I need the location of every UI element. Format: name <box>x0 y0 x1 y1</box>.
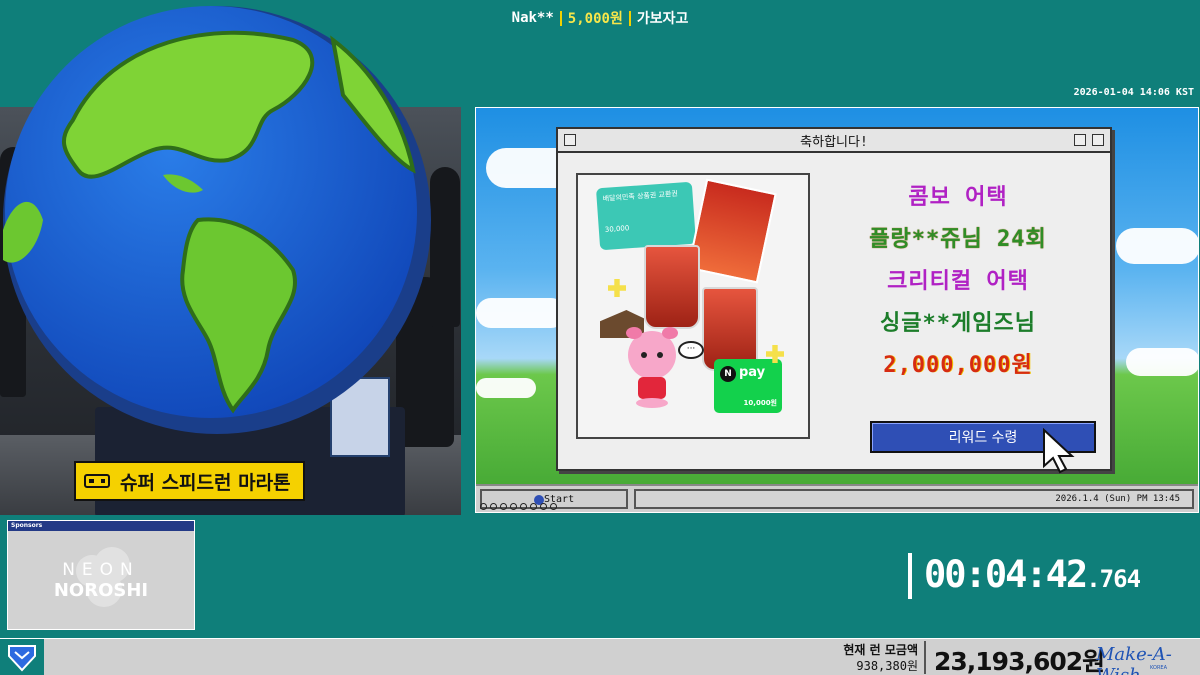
gamepad-icon <box>84 474 110 488</box>
quick-launch-icon[interactable] <box>500 503 507 510</box>
taskbar-quick-icons <box>480 503 557 510</box>
shield-logo-icon <box>0 639 44 675</box>
timer-main: 00:04:42 <box>924 553 1088 596</box>
quick-launch-icon[interactable] <box>550 503 557 510</box>
critical-attack-user: 싱글**게임즈님 <box>880 311 1036 336</box>
donation-message: 가보자고 <box>636 11 689 27</box>
ticker-separator <box>559 10 562 26</box>
bottom-separator <box>924 641 926 674</box>
ticker-separator <box>628 10 631 26</box>
congrats-messages: 콤보 어택 플랑**쥬님 24회 크리티컬 어택 싱글**게임즈님 2,000,… <box>823 179 1093 389</box>
congrats-window: 축하합니다! 배달의민족 상품권 교환권 30,000 ··· N pay 10… <box>556 127 1112 471</box>
donation-amount: 5,000원 <box>567 11 623 27</box>
cloud-shape <box>1116 228 1198 264</box>
cloud-shape <box>476 298 566 328</box>
sponsors-panel: Sponsors NEON NOROSHI <box>7 520 195 630</box>
run-timer: 00:04:42 .764 <box>908 553 1141 599</box>
window-titlebar: 축하합니다! <box>558 129 1110 153</box>
desktop-screen: 축하합니다! 배달의민족 상품권 교환권 30,000 ··· N pay 10… <box>475 107 1199 513</box>
timer-bar <box>908 553 912 599</box>
quick-launch-icon[interactable] <box>520 503 527 510</box>
sparkle-icon <box>608 279 626 297</box>
combo-attack-user: 플랑**쥬님 24회 <box>869 227 1047 252</box>
system-tray: 2026.1.4 (Sun) PM 13:45 <box>634 489 1194 509</box>
drink-box <box>687 178 777 284</box>
charity-logo: Make-A-Wish <box>1096 644 1172 675</box>
tray-clock: 2026.1.4 (Sun) PM 13:45 <box>1055 494 1180 504</box>
charity-logo-sub: KOREA <box>1150 665 1167 671</box>
npay-card: Npay 10,000원 <box>714 359 782 413</box>
datetime-readout: 2026-01-04 14:06 KST <box>1073 87 1194 98</box>
current-run-value: 938,380원 <box>856 659 918 673</box>
speech-bubble: ··· <box>678 341 704 359</box>
npay-label: pay <box>739 365 766 380</box>
quick-launch-icon[interactable] <box>510 503 517 510</box>
mascot-character <box>626 327 678 408</box>
sponsor-name-line2: NOROSHI <box>53 579 149 601</box>
cloud-shape <box>1126 348 1198 376</box>
timer-ms: .764 <box>1086 565 1141 593</box>
npay-value: 10,000원 <box>743 399 777 407</box>
taskbar: Start 2026.1.4 (Sun) PM 13:45 <box>476 484 1198 512</box>
quick-launch-icon[interactable] <box>480 503 487 510</box>
quick-launch-icon[interactable] <box>540 503 547 510</box>
globe-icon <box>3 6 431 434</box>
cloud-shape <box>476 378 536 398</box>
donor-name: Nak** <box>511 10 554 26</box>
gift-card-value: 30,000 <box>604 224 630 234</box>
total-raised: 23,193,602원 <box>934 647 1105 675</box>
window-zoom-box[interactable] <box>1074 134 1086 146</box>
window-title: 축하합니다! <box>800 134 868 150</box>
gift-card-text: 배달의민족 상품권 교환권 <box>602 189 679 203</box>
marathon-title: 슈퍼 스피드런 마라톤 <box>120 471 291 494</box>
window-collapse-box[interactable] <box>1092 134 1104 146</box>
shield-logo-graphic <box>8 644 36 671</box>
prize-amount: 2,000,000원 <box>883 353 1033 378</box>
combo-attack-label: 콤보 어택 <box>908 185 1008 210</box>
window-body: 배달의민족 상품권 교환권 30,000 ··· N pay 10,000원 콤… <box>558 153 1110 469</box>
critical-attack-label: 크리티컬 어택 <box>887 269 1029 294</box>
current-run-label: 현재 런 모금액 <box>843 643 918 657</box>
marathon-badge: 슈퍼 스피드런 마라톤 <box>74 461 305 501</box>
gift-card: 배달의민족 상품권 교환권 30,000 <box>595 181 697 251</box>
bottom-bar: 현재 런 모금액 938,380원 23,193,602원 Make-A-Wis… <box>0 638 1200 675</box>
quick-launch-icon[interactable] <box>490 503 497 510</box>
quick-launch-icon[interactable] <box>530 503 537 510</box>
sponsor-name-line1: NEON <box>62 559 140 580</box>
sponsors-title: Sponsors <box>8 521 194 531</box>
drink-cup <box>644 245 700 329</box>
window-close-box[interactable] <box>564 134 576 146</box>
prize-image: 배달의민족 상품권 교환권 30,000 ··· N pay 10,000원 <box>576 173 810 439</box>
npay-logo-icon: N <box>720 366 736 382</box>
cursor-icon <box>1043 428 1075 474</box>
sponsor-logo: NEON NOROSHI <box>8 531 194 629</box>
